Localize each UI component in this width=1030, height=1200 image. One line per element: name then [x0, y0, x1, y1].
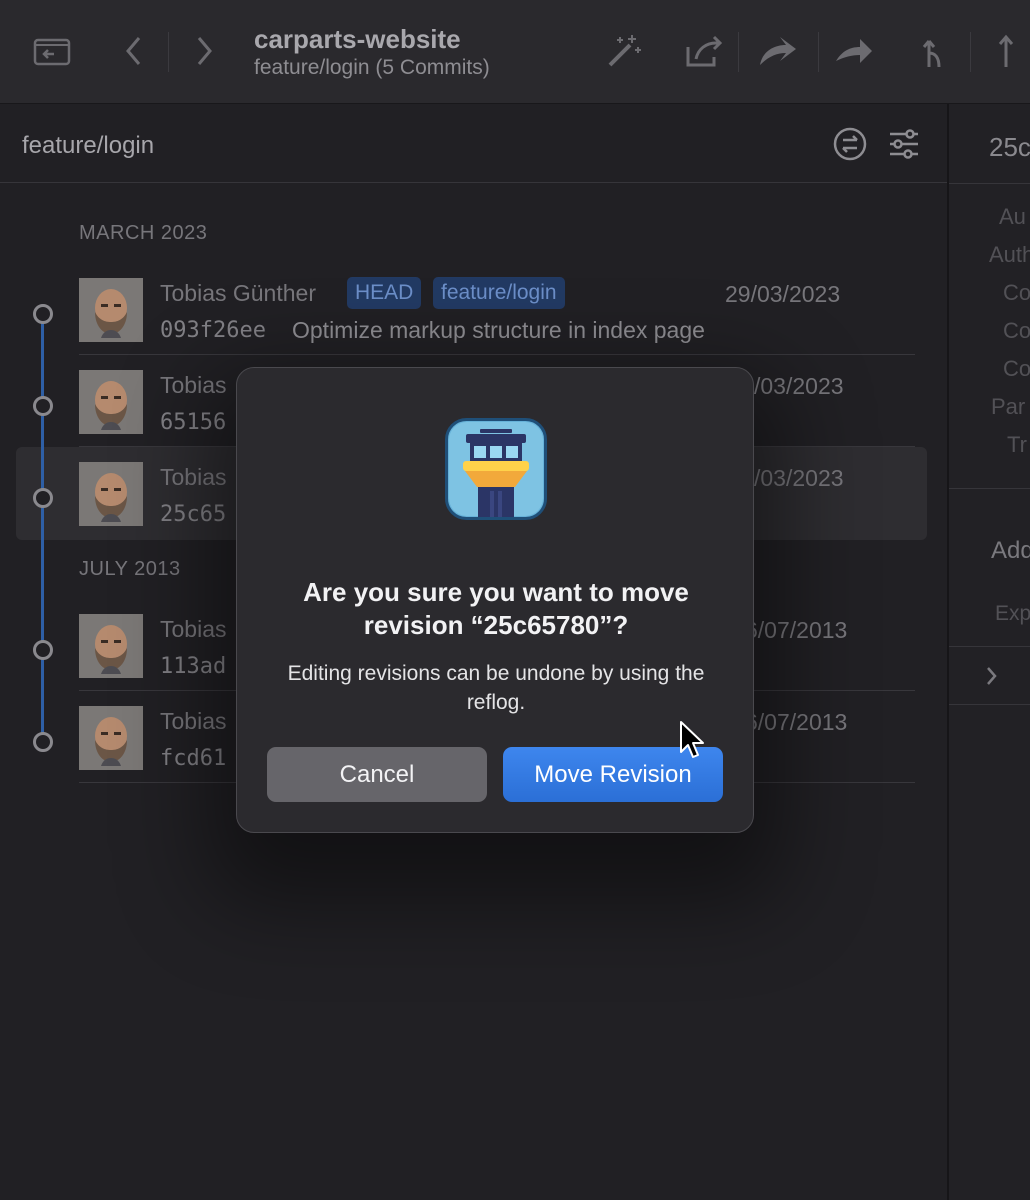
- commit-date: /03/2023: [754, 465, 844, 491]
- detail-header-divider: [949, 183, 1030, 184]
- branch-subtitle: feature/login (5 Commits): [254, 56, 490, 79]
- detail-field-label: Co: [1003, 318, 1030, 343]
- commit-hash: 25c65: [160, 502, 227, 527]
- explanation-label: Exp: [995, 602, 1030, 625]
- detail-field-label: Auth: [989, 242, 1030, 267]
- commit-node: [33, 732, 53, 752]
- branch-icon[interactable]: [912, 28, 956, 74]
- commit-author: Tobias: [160, 708, 227, 734]
- avatar: [79, 278, 143, 342]
- detail-field-label: Co: [1003, 356, 1030, 381]
- toolbar-divider: [738, 32, 739, 72]
- dialog-message: Editing revisions can be undone by using…: [287, 662, 705, 714]
- commit-message: Optimize markup structure in index page: [292, 317, 705, 343]
- commit-node: [33, 396, 53, 416]
- detail-section-divider: [949, 488, 1030, 489]
- month-header: MARCH 2023: [79, 222, 208, 244]
- detail-section-divider: [949, 646, 1030, 647]
- toolbar-divider: [970, 32, 971, 72]
- branch-tag[interactable]: feature/login: [433, 277, 565, 309]
- push-icon[interactable]: [984, 28, 1028, 74]
- tower-app-icon: [445, 418, 547, 520]
- month-header: JULY 2013: [79, 558, 181, 580]
- avatar: [79, 614, 143, 678]
- repository-icon[interactable]: [30, 28, 74, 74]
- row-separator: [79, 354, 915, 355]
- commit-node: [33, 304, 53, 324]
- commit-hash: 093f26ee: [160, 318, 266, 343]
- confirm-move-revision-dialog: Are you sure you want to move revision “…: [236, 367, 754, 833]
- dialog-title: Are you sure you want to move revision “…: [303, 577, 689, 640]
- detail-field-label: Par: [991, 394, 1026, 419]
- avatar: [79, 462, 143, 526]
- commit-author: Tobias: [160, 372, 227, 398]
- detail-field-label: Tr: [1007, 432, 1027, 457]
- share-icon[interactable]: [682, 28, 726, 74]
- commit-hash: 65156: [160, 410, 227, 435]
- sync-icon[interactable]: [832, 126, 868, 162]
- commit-author: Tobias: [160, 464, 227, 490]
- cancel-button[interactable]: Cancel: [267, 747, 487, 802]
- commit-hash: fcd61: [160, 746, 227, 771]
- head-tag[interactable]: HEAD: [347, 277, 422, 309]
- detail-field-label: Au: [999, 204, 1026, 229]
- commit-date: 6/07/2013: [745, 709, 848, 735]
- magic-wand-icon[interactable]: [602, 28, 646, 74]
- avatar: [79, 370, 143, 434]
- commit-node: [33, 640, 53, 660]
- undo-icon[interactable]: [756, 28, 800, 74]
- history-panel-header: feature/login: [0, 104, 947, 183]
- commit-author: Tobias Günther: [160, 280, 316, 306]
- commit-detail-pane: 25c Au Auth Co Co Co Par Tr Add Exp: [949, 104, 1030, 1200]
- commit-node: [33, 488, 53, 508]
- commit-hash: 113ad: [160, 654, 227, 679]
- commit-date: 6/07/2013: [745, 617, 848, 643]
- commit-date: /03/2023: [754, 373, 844, 399]
- forward-icon[interactable]: [182, 28, 226, 74]
- toolbar: carparts-website feature/login (5 Commit…: [0, 0, 1030, 104]
- toolbar-divider: [168, 32, 169, 72]
- redo-icon[interactable]: [832, 28, 876, 74]
- add-section-title: Add: [991, 537, 1030, 564]
- detail-hash: 25c: [989, 132, 1030, 162]
- back-icon[interactable]: [112, 28, 156, 74]
- chevron-right-icon[interactable]: [985, 665, 999, 687]
- detail-field-label: Co: [1003, 280, 1030, 305]
- toolbar-divider: [818, 32, 819, 72]
- commit-date: 29/03/2023: [725, 281, 841, 307]
- commit-author: Tobias: [160, 616, 227, 642]
- panel-title: feature/login: [22, 132, 155, 159]
- repository-title: carparts-website: [254, 24, 461, 54]
- filter-settings-icon[interactable]: [886, 126, 922, 162]
- avatar: [79, 706, 143, 770]
- branch-graph-line: [41, 313, 44, 743]
- detail-section-divider: [949, 704, 1030, 705]
- mouse-cursor-icon: [678, 720, 706, 760]
